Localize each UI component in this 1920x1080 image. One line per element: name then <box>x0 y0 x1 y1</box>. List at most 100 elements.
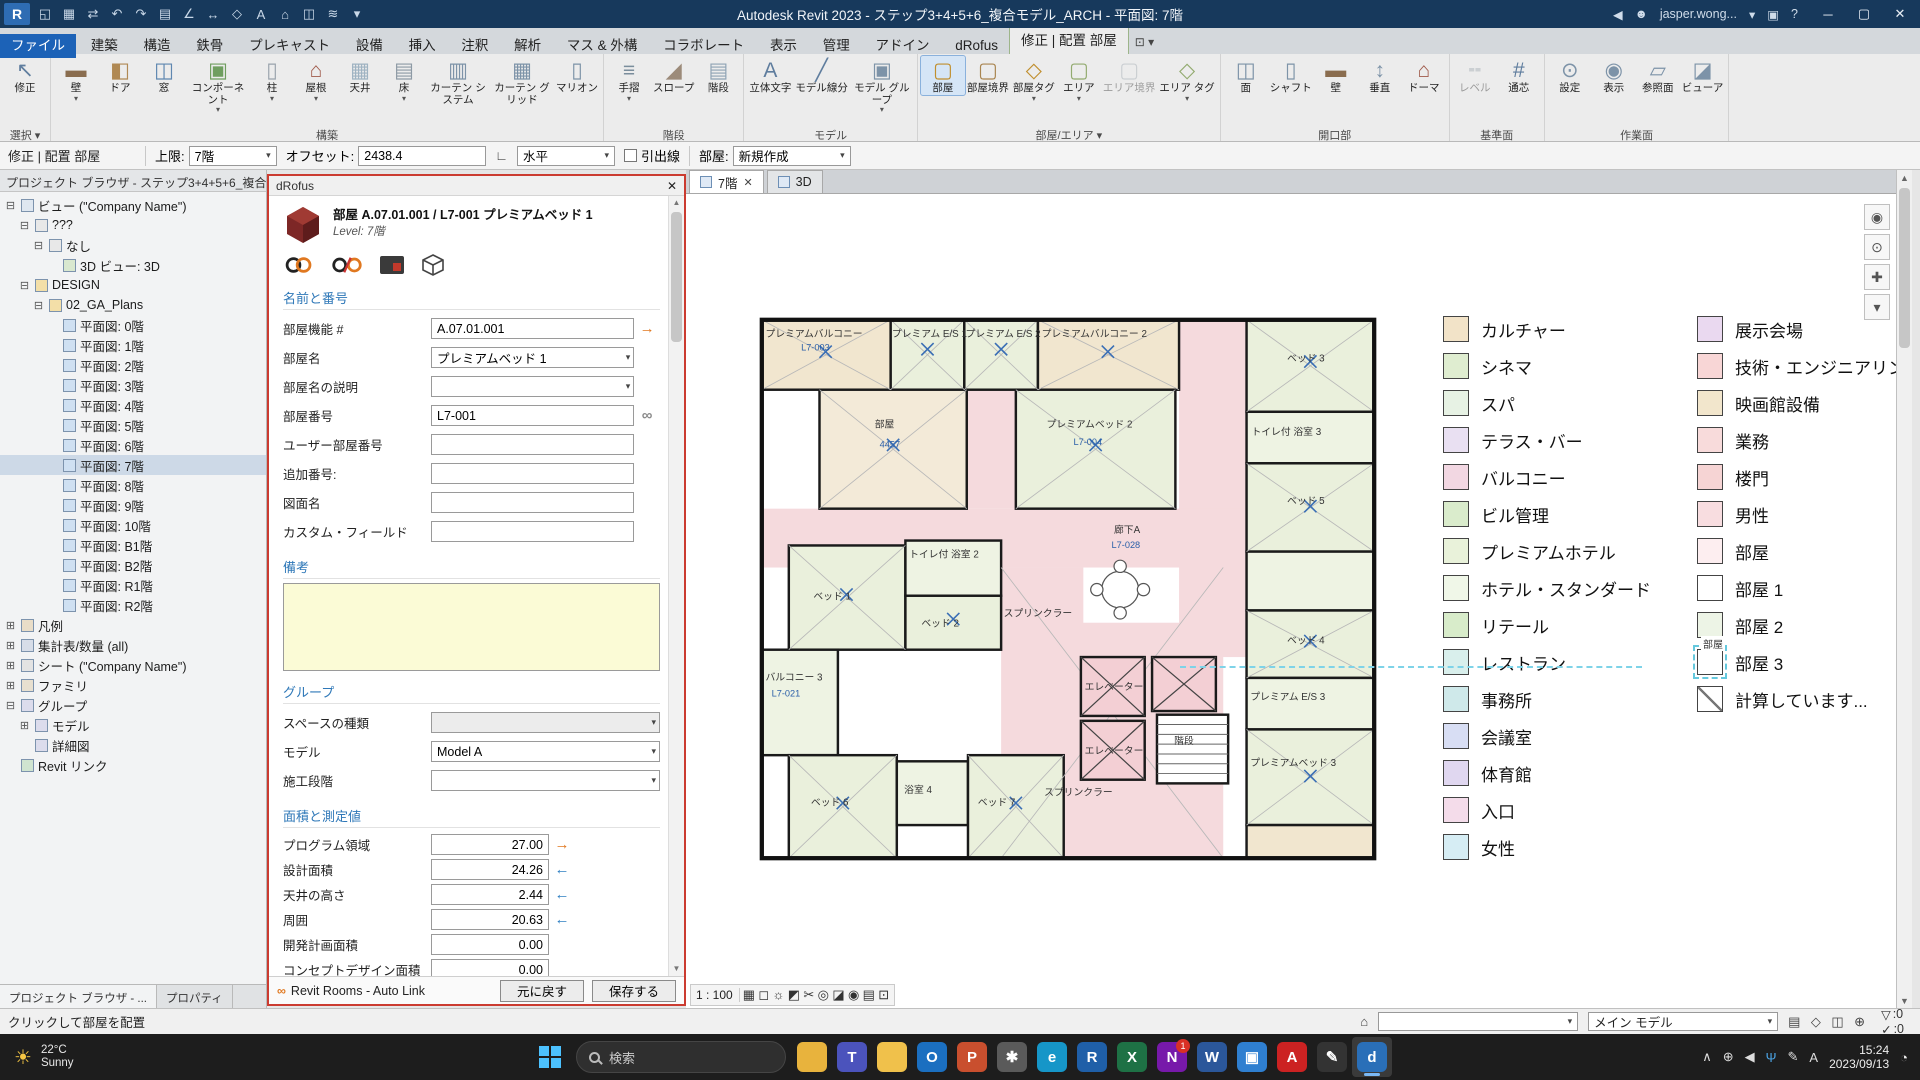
notes-textarea[interactable] <box>283 583 660 671</box>
help-icon[interactable]: ? <box>1791 7 1798 21</box>
floor-button[interactable]: ▤ 床 ▾ <box>382 56 426 103</box>
filter-count-badge[interactable]: ▽ :0 <box>1881 1007 1904 1022</box>
railing-button[interactable]: ≡ 手摺 ▾ <box>607 56 651 103</box>
ribbon-tab[interactable]: 表示 <box>759 34 808 58</box>
unlink-icon[interactable] <box>331 254 363 276</box>
powerpoint-icon[interactable]: P <box>952 1037 992 1077</box>
viewer-button[interactable]: ◪ ビューア ▾ <box>1680 56 1726 95</box>
screenshot-icon[interactable] <box>379 254 405 276</box>
legend-item[interactable]: 入口 <box>1443 797 1651 823</box>
ribbon-tab[interactable]: アドイン <box>864 34 940 58</box>
legend-item[interactable]: 事務所 <box>1443 686 1651 712</box>
pen-icon[interactable]: ✎ <box>1788 1049 1799 1065</box>
model-line-button[interactable]: ╱ モデル線分 ▾ <box>793 56 850 95</box>
field-select[interactable]: ▾ <box>431 770 660 791</box>
tree-expander-icon[interactable]: ⊞ <box>4 659 17 672</box>
palette-tab[interactable]: プロジェクト ブラウザ - ... <box>0 985 157 1008</box>
reference-plane-button[interactable]: ▱ 参照面 ▾ <box>1636 56 1680 95</box>
curtain-grid-button[interactable]: ▦ カーテン グリッド ▾ <box>490 56 554 106</box>
ribbon-tab[interactable]: 構造 <box>133 34 182 58</box>
quick-access-dropdown-icon[interactable]: ▾ <box>346 3 368 25</box>
tree-item[interactable]: 平面図: 2階 <box>0 355 266 375</box>
field-input[interactable]: 24.26 <box>431 859 549 880</box>
ime-icon[interactable]: A <box>1809 1050 1818 1065</box>
ribbon-tab[interactable]: マス & 外構 <box>556 34 649 58</box>
field-input[interactable]: ▾ <box>431 376 634 397</box>
design-options-icon[interactable]: ◇ <box>1811 1014 1821 1029</box>
transfer-arrow-icon[interactable]: ∞ <box>634 407 660 424</box>
wall-button[interactable]: ▬ 壁 ▾ <box>54 56 98 103</box>
column-button[interactable]: ▯ 柱 ▾ <box>250 56 294 103</box>
close-icon[interactable]: ✕ <box>743 176 752 189</box>
app-store-icon[interactable]: ▣ <box>1767 7 1779 22</box>
save-button[interactable]: 保存する <box>592 980 676 1002</box>
scroll-up-icon[interactable]: ▲ <box>669 196 684 210</box>
legend-item[interactable]: 部屋 1 <box>1697 575 1896 601</box>
tree-item[interactable]: ⊟ 02_GA_Plans <box>0 295 266 315</box>
transfer-arrow-icon[interactable]: ← <box>549 911 575 928</box>
thin-lines-icon[interactable]: ≋ <box>322 3 344 25</box>
field-input[interactable]: ▾ <box>431 492 634 513</box>
transfer-arrow-icon[interactable]: ← <box>549 886 575 903</box>
tree-item[interactable]: ⊟ ビュー ("Company Name") <box>0 195 266 215</box>
save-icon[interactable]: ▦ <box>58 3 80 25</box>
tree-item[interactable]: ⊞ 凡例 <box>0 615 266 635</box>
shadows-icon[interactable]: ◩ <box>788 987 800 1002</box>
minimize-button[interactable]: ─ <box>1810 0 1846 28</box>
text-icon[interactable]: A <box>250 3 272 25</box>
tree-expander-icon[interactable]: ⊟ <box>18 279 31 292</box>
palette-tab[interactable]: プロパティ <box>157 985 233 1008</box>
pan-icon[interactable]: ✚ <box>1864 264 1890 290</box>
legend-item[interactable]: 楼門 <box>1697 464 1896 490</box>
legend-item[interactable]: 計算しています... <box>1697 686 1896 712</box>
select-toggle-icon[interactable]: ⊕ <box>1854 1014 1865 1029</box>
tree-item[interactable]: 平面図: 9階 <box>0 495 266 515</box>
stair-button[interactable]: ▤ 階段 ▾ <box>696 56 740 95</box>
grid-button[interactable]: # 通芯 ▾ <box>1497 56 1541 95</box>
project-browser-title[interactable]: プロジェクト ブラウザ - ステップ3+4+5+6_複合... <box>0 170 266 192</box>
field-input[interactable]: プレミアムベッド 1 ▾ <box>431 347 634 368</box>
view-tab[interactable]: 3D ✕ <box>767 170 823 193</box>
show-work-plane-button[interactable]: ◉ 表示 ▾ <box>1592 56 1636 95</box>
tag-icon[interactable]: ◇ <box>226 3 248 25</box>
drawing-area[interactable]: プレミアムバルコニーL7-003プレミアム E/S 1プレミアム E/S 2プレ… <box>686 194 1896 1008</box>
ribbon-panel-label[interactable]: 基準面 <box>1453 125 1541 141</box>
crop-view-icon[interactable]: ✂ <box>803 987 814 1002</box>
tree-item[interactable]: ⊞ シート ("Company Name") <box>0 655 266 675</box>
ramp-button[interactable]: ◢ スロープ ▾ <box>651 56 696 95</box>
tree-item[interactable]: 3D ビュー: 3D <box>0 255 266 275</box>
speaker-icon[interactable]: ◀ <box>1745 1049 1755 1065</box>
tree-expander-icon[interactable]: ⊞ <box>4 619 17 632</box>
edge-icon[interactable]: e <box>1032 1037 1072 1077</box>
temporary-hide-icon[interactable]: ◪ <box>832 987 844 1002</box>
ribbon-tab-modify-place-room[interactable]: 修正 | 配置 部屋 <box>1009 25 1129 54</box>
tree-expander-icon[interactable]: ⊟ <box>4 199 17 212</box>
tree-item[interactable]: 平面図: 8階 <box>0 475 266 495</box>
ribbon-panel-label[interactable]: 作業面 <box>1548 125 1726 141</box>
tree-expander-icon[interactable]: ⊞ <box>18 719 31 732</box>
ceiling-button[interactable]: ▦ 天井 ▾ <box>338 56 382 95</box>
modify-button[interactable]: ↖ 修正 ▾ <box>3 56 47 95</box>
ribbon-tab[interactable]: コラボレート <box>652 34 755 58</box>
legend-item[interactable]: 女性 <box>1443 834 1651 860</box>
taskbar-search-input[interactable]: 検索 <box>576 1041 786 1073</box>
legend-item[interactable]: スパ <box>1443 390 1651 416</box>
model-group-button[interactable]: ▣ モデル グループ ▾ <box>850 56 914 114</box>
ribbon-tab[interactable]: 建築 <box>80 34 129 58</box>
design-option-combo[interactable]: ▾ <box>1378 1012 1578 1031</box>
adobe-icon[interactable]: A <box>1272 1037 1312 1077</box>
worksharing-display-icon[interactable]: ▤ <box>863 987 875 1002</box>
taskbar-clock[interactable]: 15:24 2023/09/13 <box>1829 1043 1889 1071</box>
editable-only-icon[interactable]: ◫ <box>1831 1014 1843 1029</box>
legend-item[interactable]: リテール <box>1443 612 1651 638</box>
upper-limit-select[interactable]: 7階 ▾ <box>189 146 277 166</box>
field-input[interactable]: 0.00 <box>431 934 549 955</box>
section-icon[interactable]: ◫ <box>298 3 320 25</box>
chevron-up-icon[interactable]: ∧ <box>1702 1049 1712 1065</box>
revit-icon[interactable]: R <box>1072 1037 1112 1077</box>
close-icon[interactable]: ✕ <box>667 179 677 193</box>
pin-icon[interactable]: ◀ <box>1613 7 1623 22</box>
roof-button[interactable]: ⌂ 屋根 ▾ <box>294 56 338 103</box>
nav-more-icon[interactable]: ▾ <box>1864 294 1890 320</box>
field-input[interactable]: ▾ <box>431 434 634 455</box>
